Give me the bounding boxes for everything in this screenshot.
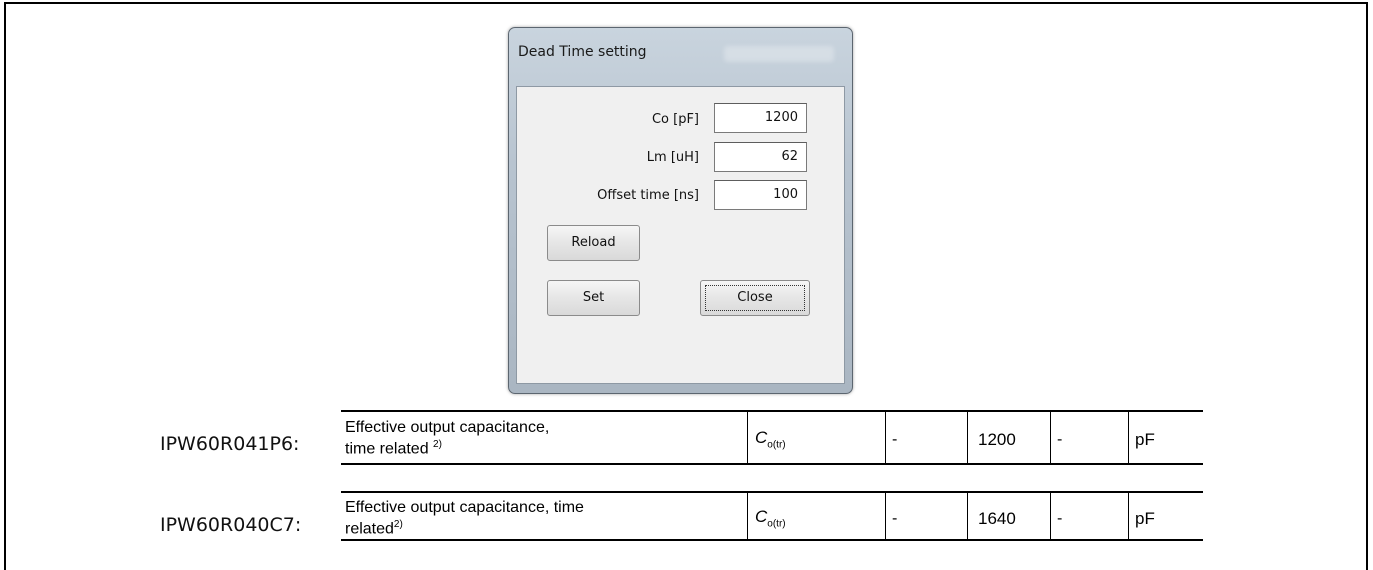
- dead-time-dialog: Dead Time setting Co [pF] 1200 Lm [uH] 6…: [508, 27, 853, 394]
- dialog-title: Dead Time setting: [518, 44, 647, 60]
- symbol-cell: Co(tr): [748, 493, 886, 539]
- typ-value: 1640: [978, 509, 1016, 528]
- max-value: -: [1057, 431, 1063, 448]
- max-value: -: [1057, 510, 1063, 527]
- symbol: Co(tr): [755, 507, 786, 532]
- set-button[interactable]: Set: [547, 280, 640, 316]
- desc-line-2: time related 2): [345, 436, 549, 457]
- max-cell: -: [1051, 412, 1129, 463]
- description: Effective output capacitance, time relat…: [345, 419, 549, 457]
- lm-input[interactable]: 62: [714, 142, 807, 172]
- min-value: -: [892, 510, 898, 527]
- symbol-sub: o(tr): [767, 518, 786, 530]
- offset-time-label: Offset time [ns]: [597, 188, 699, 203]
- footnote: 2): [393, 519, 403, 530]
- spec-table-p6: Effective output capacitance, time relat…: [341, 410, 1203, 465]
- desc-line-2-text: related: [345, 520, 394, 538]
- unit: pF: [1135, 430, 1155, 449]
- desc-line-1: Effective output capacitance, time: [345, 499, 584, 516]
- typ-cell: 1200: [968, 412, 1051, 463]
- co-label: Co [pF]: [651, 112, 699, 127]
- part-label-p6: IPW60R041P6:: [160, 433, 300, 455]
- focus-rectangle: [705, 285, 805, 311]
- part-label-c7: IPW60R040C7:: [160, 514, 302, 536]
- typ-value: 1200: [978, 430, 1016, 449]
- offset-time-input[interactable]: 100: [714, 180, 807, 210]
- dialog-body: Co [pF] 1200 Lm [uH] 62 Offset time [ns]…: [516, 86, 845, 384]
- description: Effective output capacitance, time relat…: [345, 499, 584, 537]
- desc-line-2: related2): [345, 516, 584, 537]
- symbol-cell: Co(tr): [748, 412, 886, 463]
- co-input[interactable]: 1200: [714, 103, 807, 133]
- typ-cell: 1640: [968, 493, 1051, 539]
- reload-button[interactable]: Reload: [547, 225, 640, 261]
- symbol-main: C: [755, 507, 768, 526]
- min-cell: -: [886, 412, 968, 463]
- desc-line-2-text: time related: [345, 440, 429, 458]
- symbol: Co(tr): [755, 428, 786, 453]
- close-button[interactable]: Close: [700, 280, 810, 316]
- symbol-sub: o(tr): [767, 439, 786, 451]
- min-cell: -: [886, 493, 968, 539]
- desc-cell: Effective output capacitance, time relat…: [341, 412, 748, 463]
- spec-table-c7: Effective output capacitance, time relat…: [341, 491, 1203, 541]
- min-value: -: [892, 431, 898, 448]
- unit-cell: pF: [1129, 412, 1203, 463]
- title-bar-glass: [724, 46, 834, 62]
- desc-line-1: Effective output capacitance,: [345, 419, 550, 436]
- symbol-main: C: [755, 428, 768, 447]
- footnote: 2): [433, 439, 442, 450]
- unit: pF: [1135, 509, 1155, 528]
- max-cell: -: [1051, 493, 1129, 539]
- unit-cell: pF: [1129, 493, 1203, 539]
- lm-label: Lm [uH]: [646, 150, 699, 165]
- desc-cell: Effective output capacitance, time relat…: [341, 493, 748, 539]
